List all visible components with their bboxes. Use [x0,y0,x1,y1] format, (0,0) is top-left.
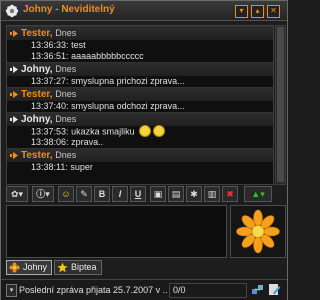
message-group: Johny, Dnes 13:37:53: ukazka smajliku 13… [7,112,273,148]
smiley-icon [139,125,152,137]
status-bar: ▾ Poslední zpráva přijata 25.7.2007 v ..… [1,279,287,300]
flower-avatar-icon [236,209,280,254]
underline-button[interactable]: U [130,186,146,202]
flower-icon [5,4,19,18]
message-author: Tester, Dnes [21,150,77,161]
message-author: Johny, Dnes [21,64,77,75]
settings-button[interactable]: ✱ [186,186,202,202]
italic-button[interactable]: I [112,186,128,202]
chat-window: Johny - Neviditelný ▾ ▴ ✕ Tester, Dnes 1… [0,0,288,300]
status-dropdown-button[interactable]: ▾ [6,284,17,297]
minimize-button[interactable]: ▾ [235,5,248,18]
tab-label: Johny [23,262,48,272]
message-line: 13:37:40: smyslupna odchozi zprava... [31,101,185,111]
tab-biptea[interactable]: Biptea [54,260,102,275]
message-line: 13:36:51: aaaaabbbbbccccc [31,51,144,61]
laughing-smiley-icon [153,125,166,137]
message-group: Johny, Dnes 13:37:27: smyslupna prichozi… [7,62,273,87]
avatar [230,205,286,258]
message-header: Tester, Dnes [7,148,273,162]
message-line: 13:37:53: ukazka smajliku [7,125,273,137]
tab-label: Biptea [71,262,97,272]
flower-icon [9,262,20,273]
message-header: Johny, Dnes [7,62,273,76]
font-button[interactable]: ✎ [76,186,92,202]
message-header: Johny, Dnes [7,112,273,126]
send-button[interactable]: ▲▾ [244,186,272,202]
message-group: Tester, Dnes 13:36:33: test 13:36:51: aa… [7,26,273,62]
history-button[interactable]: ▤ [168,186,184,202]
message-group: Tester, Dnes 13:38:11: super [7,148,273,173]
maximize-button[interactable]: ▴ [251,5,264,18]
send-file-button[interactable]: ▥ [204,186,220,202]
message-line: 13:36:33: test [31,40,86,50]
edit-icon[interactable] [268,283,281,296]
smiley-button[interactable]: ☺ [58,186,74,202]
message-header: Tester, Dnes [7,26,273,40]
message-author: Tester, Dnes [21,28,77,39]
incoming-arrow-icon [10,91,18,98]
message-counter: 0/0 [173,285,186,295]
message-header: Tester, Dnes [7,87,273,101]
message-author: Johny, Dnes [21,114,77,125]
window-title: Johny - Neviditelný [23,4,115,15]
info-menu-button[interactable]: ⓘ▾ [32,186,54,202]
title-bar[interactable]: Johny - Neviditelný ▾ ▴ ✕ [1,1,287,21]
image-button[interactable]: ▣ [150,186,166,202]
message-group: Tester, Dnes 13:37:40: smyslupna odchozi… [7,87,273,112]
bold-button[interactable]: B [94,186,110,202]
flower-menu-button[interactable]: ✿▾ [6,186,28,202]
incoming-arrow-icon [10,152,18,159]
message-author: Tester, Dnes [21,89,77,100]
incoming-arrow-icon [10,30,18,37]
message-toolbar: ✿▾ ⓘ▾ ☺ ✎ B I U ▣ ▤ ✱ ▥ ✖ ▲▾ [6,186,284,202]
message-scrollbar[interactable] [275,25,286,185]
outgoing-arrow-icon [10,116,18,123]
network-icon[interactable] [251,283,264,296]
star-icon [57,262,68,273]
last-message-status: Poslední zpráva přijata 25.7.2007 v ... [19,285,167,295]
message-line: 13:38:06: zprava.. [31,137,104,147]
message-line: 13:38:11: super [31,162,93,172]
outgoing-arrow-icon [10,66,18,73]
message-input[interactable] [6,205,227,258]
scrollbar-thumb[interactable] [277,27,284,182]
message-history[interactable]: Tester, Dnes 13:36:33: test 13:36:51: aa… [6,25,274,185]
tab-johny[interactable]: Johny [6,260,53,275]
block-button[interactable]: ✖ [222,186,238,202]
message-line: 13:37:27: smyslupna prichozi zprava... [31,76,185,86]
close-button[interactable]: ✕ [267,5,280,18]
